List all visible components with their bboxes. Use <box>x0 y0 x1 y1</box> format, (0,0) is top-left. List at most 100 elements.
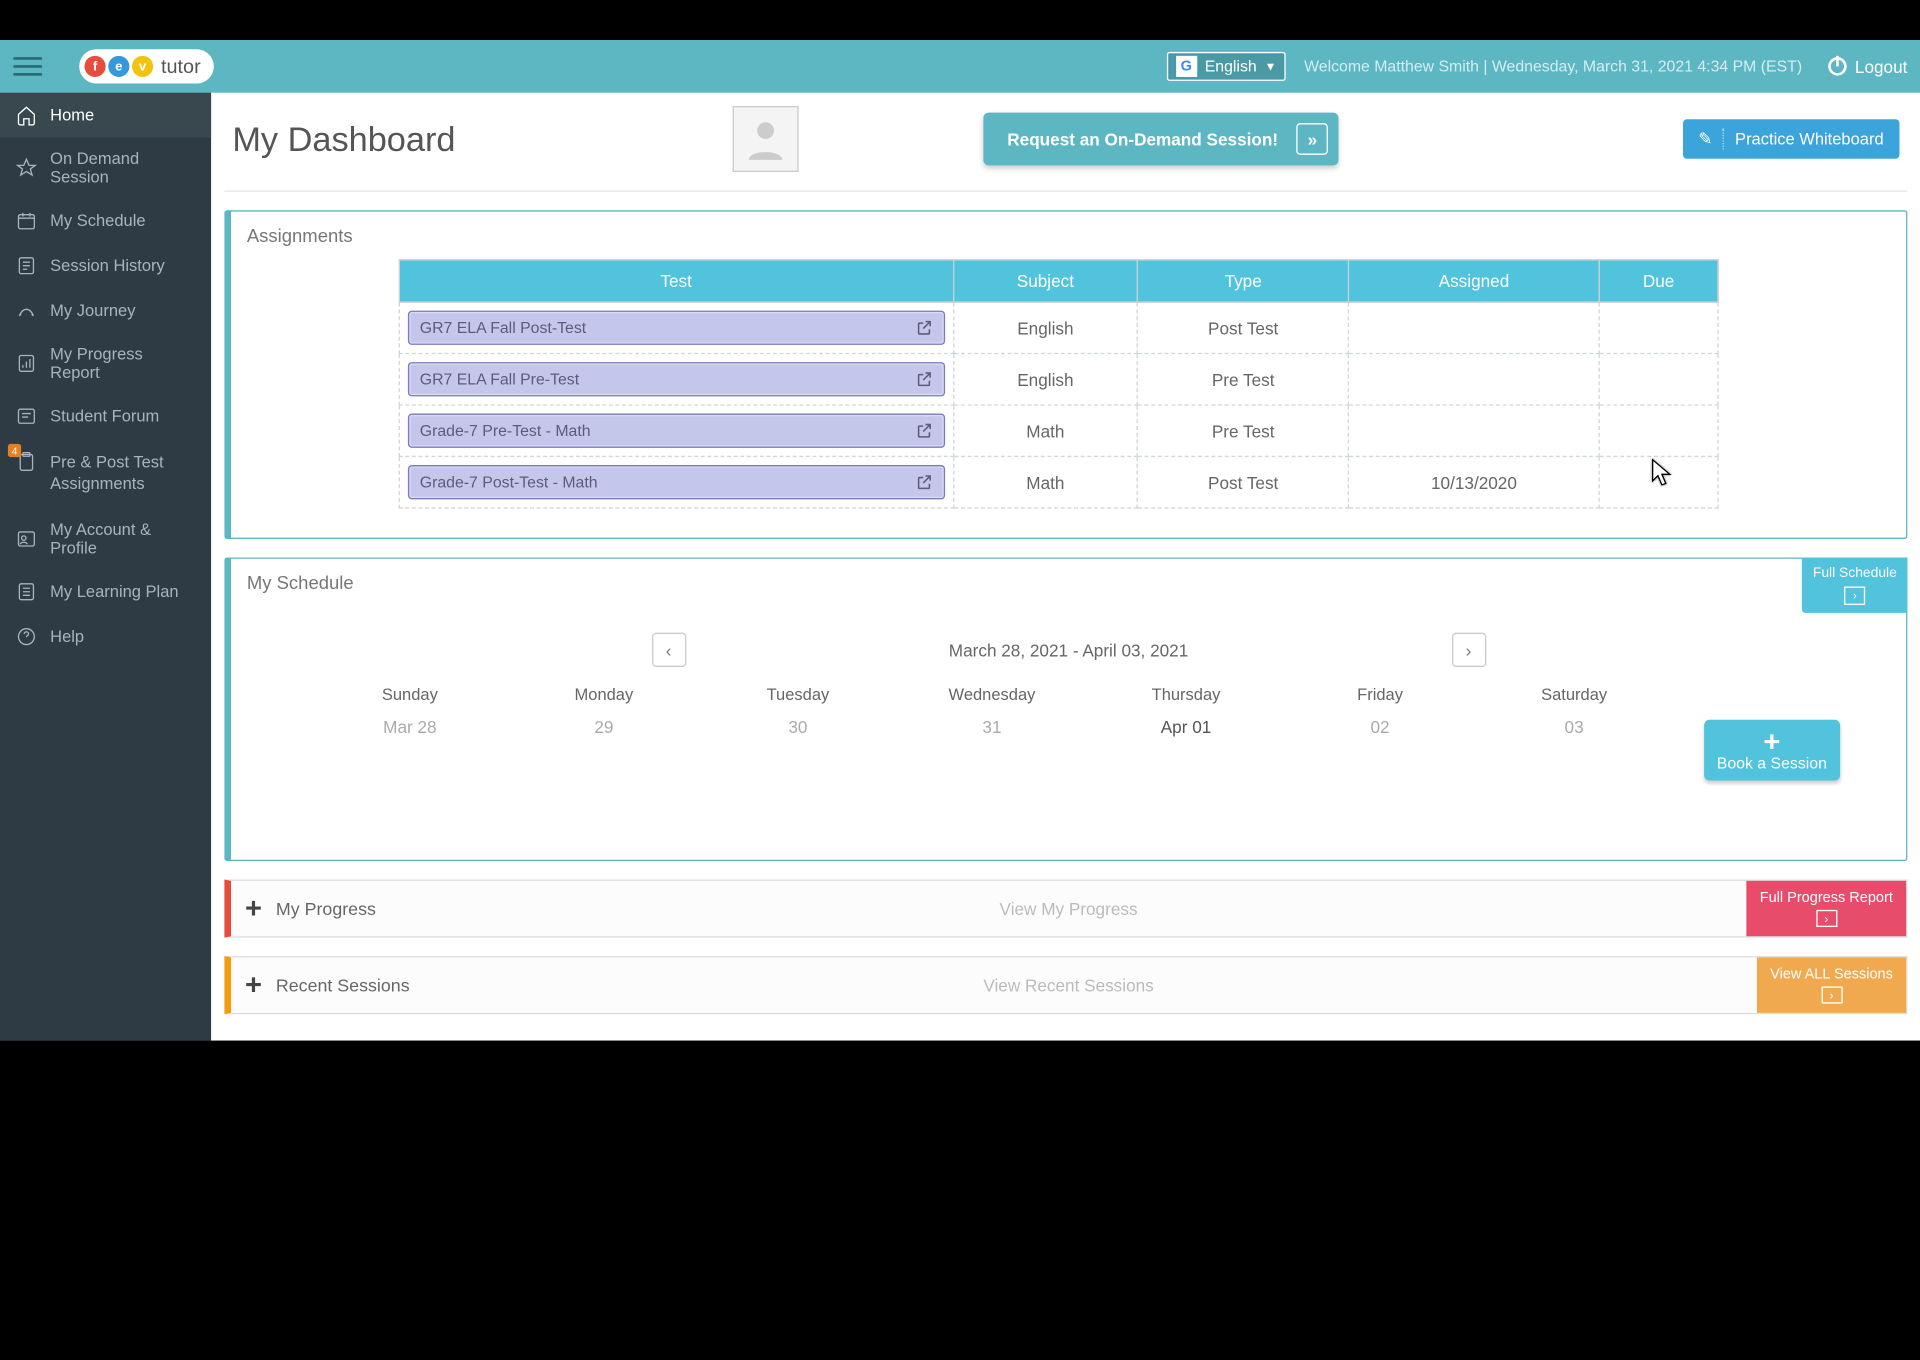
test-name: Grade-7 Pre-Test - Math <box>420 421 591 439</box>
cell-type: Pre Test <box>1138 405 1349 456</box>
notification-badge: 4 <box>8 444 21 457</box>
table-row: GR7 ELA Fall Pre-Test EnglishPre Test <box>399 354 1718 405</box>
sidebar-item-label: Student Forum <box>50 407 159 425</box>
sidebar-item-schedule[interactable]: My Schedule <box>0 198 211 243</box>
cell-assigned: 10/13/2020 <box>1349 456 1600 507</box>
sidebar-item-progress-report[interactable]: My Progress Report <box>0 333 211 394</box>
schedule-title: My Schedule <box>247 572 1890 593</box>
table-header-due: Due <box>1599 260 1718 302</box>
table-row: Grade-7 Post-Test - MathMathPost Test10/… <box>399 456 1718 507</box>
language-label: English <box>1205 57 1257 75</box>
cell-due <box>1599 405 1718 456</box>
sidebar-item-learning-plan[interactable]: My Learning Plan <box>0 569 211 614</box>
avatar-placeholder-icon <box>741 114 791 164</box>
view-all-sessions-label: View ALL Sessions <box>1770 967 1893 983</box>
full-schedule-button[interactable]: Full Schedule › <box>1802 557 1907 612</box>
page-header: My Dashboard Request an On-Demand Sessio… <box>224 93 1907 192</box>
topbar: f e v tutor G English ▼ Welcome Matthew … <box>0 40 1920 93</box>
prev-week-button[interactable]: ‹ <box>651 633 685 667</box>
full-progress-report-button[interactable]: Full Progress Report › <box>1747 881 1907 936</box>
day-date: 30 <box>701 717 895 737</box>
sidebar-item-label: Session History <box>50 256 165 274</box>
recent-sessions-title: Recent Sessions <box>276 975 410 995</box>
day-date: 31 <box>895 717 1089 737</box>
chevron-right-icon: › <box>1466 640 1472 660</box>
expand-toggle[interactable]: + <box>231 968 276 1002</box>
day-name: Monday <box>507 685 701 703</box>
sidebar-item-label: Pre & Post Test Assignments <box>50 452 195 495</box>
pencil-icon: ✎ <box>1698 128 1724 149</box>
assignments-panel: Assignments Test Subject Type Assigned D… <box>224 210 1907 539</box>
sidebar-item-label: My Progress Report <box>50 345 195 382</box>
book-session-label: Book a Session <box>1717 754 1827 772</box>
test-link-button[interactable]: Grade-7 Pre-Test - Math <box>408 414 945 448</box>
cell-assigned <box>1349 405 1600 456</box>
table-header-subject: Subject <box>953 260 1138 302</box>
chevron-right-icon: › <box>1816 910 1837 927</box>
open-external-icon <box>914 473 932 491</box>
test-name: GR7 ELA Fall Pre-Test <box>420 370 579 388</box>
logo-f-icon: f <box>84 56 105 77</box>
sidebar-item-label: My Account & Profile <box>50 520 195 557</box>
open-external-icon <box>914 370 932 388</box>
logout-button[interactable]: Logout <box>1829 57 1908 77</box>
day-date: Mar 28 <box>313 717 507 737</box>
sidebar-item-history[interactable]: Session History <box>0 243 211 288</box>
language-selector[interactable]: G English ▼ <box>1166 52 1285 81</box>
logo-v-icon: v <box>132 56 153 77</box>
sidebar-item-label: Help <box>50 627 84 645</box>
logout-label: Logout <box>1855 57 1907 77</box>
cell-type: Post Test <box>1138 456 1349 507</box>
book-session-button[interactable]: + Book a Session <box>1704 720 1840 781</box>
test-link-button[interactable]: Grade-7 Post-Test - Math <box>408 465 945 499</box>
date-range: March 28, 2021 - April 03, 2021 <box>725 640 1411 660</box>
test-link-button[interactable]: GR7 ELA Fall Post-Test <box>408 311 945 345</box>
sidebar-item-label: My Schedule <box>50 212 145 230</box>
sidebar-item-label: Home <box>50 106 94 124</box>
next-week-button[interactable]: › <box>1451 633 1485 667</box>
assignments-title: Assignments <box>247 225 1890 246</box>
recent-sessions-hint: View Recent Sessions <box>983 975 1153 995</box>
history-icon <box>16 255 37 276</box>
practice-whiteboard-label: Practice Whiteboard <box>1735 130 1884 148</box>
day-column: Friday02 <box>1283 685 1477 736</box>
full-schedule-label: Full Schedule <box>1813 565 1897 581</box>
cell-type: Pre Test <box>1138 354 1349 405</box>
day-column: Monday29 <box>507 685 701 736</box>
table-header-assigned: Assigned <box>1349 260 1600 302</box>
star-icon <box>16 157 37 178</box>
account-icon <box>16 528 37 549</box>
sidebar-item-home[interactable]: Home <box>0 93 211 138</box>
logo-e-icon: e <box>108 56 129 77</box>
day-name: Tuesday <box>701 685 895 703</box>
forum-icon <box>16 406 37 427</box>
my-progress-title: My Progress <box>276 899 376 919</box>
sidebar-item-journey[interactable]: My Journey <box>0 288 211 333</box>
hamburger-menu-icon[interactable] <box>13 52 42 81</box>
cell-assigned <box>1349 302 1600 353</box>
sidebar-item-on-demand[interactable]: On Demand Session <box>0 138 211 199</box>
table-row: Grade-7 Pre-Test - MathMathPre Test <box>399 405 1718 456</box>
request-session-button[interactable]: Request an On-Demand Session! » <box>984 113 1339 166</box>
sidebar-item-student-forum[interactable]: Student Forum <box>0 394 211 439</box>
open-external-icon <box>914 421 932 439</box>
sidebar-item-help[interactable]: Help <box>0 614 211 659</box>
practice-whiteboard-button[interactable]: ✎ Practice Whiteboard <box>1682 119 1899 159</box>
schedule-panel: My Schedule Full Schedule › ‹ March 28, … <box>224 557 1907 861</box>
cell-subject: English <box>953 302 1138 353</box>
table-header-test: Test <box>399 260 953 302</box>
table-header-type: Type <box>1138 260 1349 302</box>
logo[interactable]: f e v tutor <box>79 49 214 83</box>
sidebar-item-label: On Demand Session <box>50 150 195 187</box>
test-link-button[interactable]: GR7 ELA Fall Pre-Test <box>408 362 945 396</box>
view-all-sessions-button[interactable]: View ALL Sessions › <box>1757 957 1906 1012</box>
request-session-label: Request an On-Demand Session! <box>1007 129 1278 149</box>
sidebar-item-account[interactable]: My Account & Profile <box>0 508 211 569</box>
plus-icon: + <box>1717 730 1827 754</box>
sidebar-item-label: My Learning Plan <box>50 582 178 600</box>
sidebar-item-pre-post-test[interactable]: 4 Pre & Post Test Assignments <box>0 439 211 508</box>
avatar[interactable] <box>733 106 799 172</box>
cell-subject: English <box>953 354 1138 405</box>
expand-toggle[interactable]: + <box>231 891 276 925</box>
plan-icon <box>16 581 37 602</box>
